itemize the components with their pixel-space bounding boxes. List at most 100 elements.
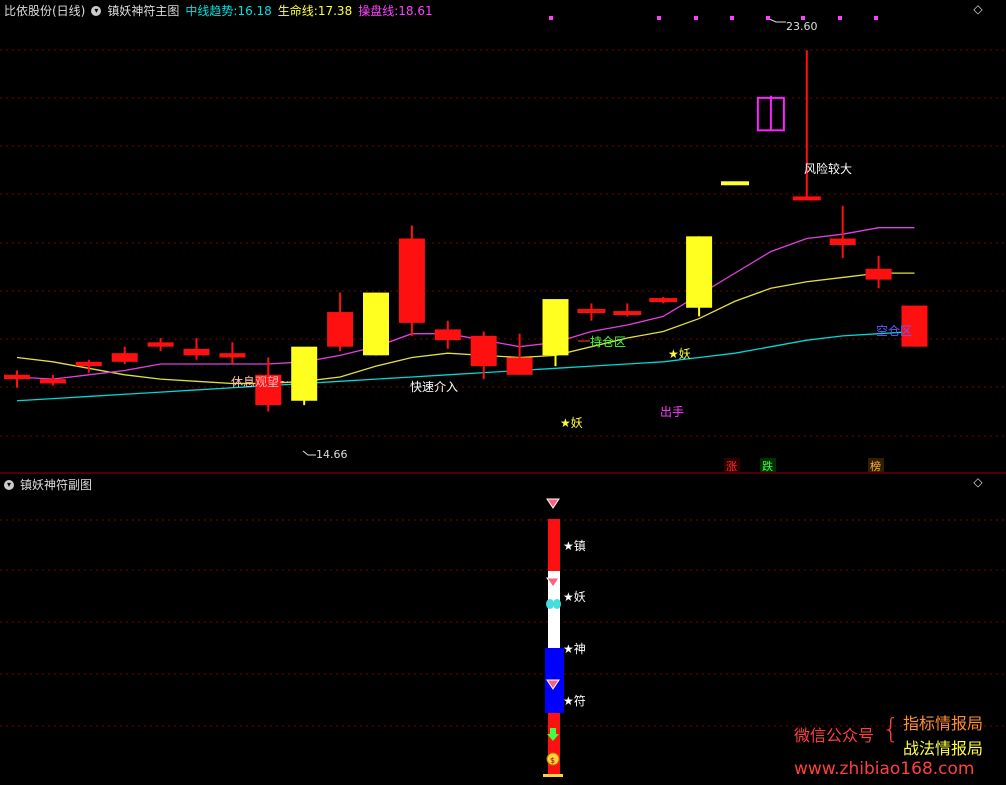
high-risk-label: 风险较大 [804,161,852,176]
candle-body [4,374,30,380]
grid-lines [0,49,1006,727]
candle-body [111,353,138,362]
candle-body [542,299,569,356]
candle [649,296,678,304]
legend-life-line-label: 生命线: [277,4,318,18]
sub-bar-fu [548,713,560,775]
stock-name: 比依股份(日线) [4,4,86,18]
signal-dot [801,16,805,20]
candle-body [39,379,66,384]
chevron-down-icon[interactable]: ▾ [4,479,14,490]
candle-body [398,238,425,323]
candle-body [865,268,892,280]
signal-dot [694,16,698,20]
low-price-label: 14.66 [316,448,348,461]
strike-label: 出手 [660,405,684,419]
sub-bar-zhen [548,519,560,571]
candle-body [506,357,533,375]
legend-operate-line: 操盘线:18.61 [358,2,432,19]
candlesticks [4,50,928,412]
tag-zhang: 涨 [724,458,740,473]
signal-dot [730,16,734,20]
candle-body [792,196,821,201]
candle-body [363,292,389,356]
high-price-label: 23.60 [786,20,818,33]
life-line [16,272,915,385]
money-bag-icon: $ [546,752,560,766]
candle [327,292,354,352]
candle [39,374,66,386]
signal-dot [549,16,553,20]
sub-label-yao: ★妖 [563,590,586,604]
candle [183,338,210,360]
quick-entry-label: 快速介入 [410,380,458,394]
candle-body [327,312,354,347]
candle-body [649,298,678,303]
candle-body [75,361,102,367]
candle-body [183,348,210,356]
candle-body [147,342,174,347]
sub-indicator-name[interactable]: 镇妖神符副图 [20,476,92,493]
signal-dot [874,16,878,20]
brace-icon: { [882,712,900,745]
signal-dot [766,16,770,20]
tag-bang-text: 榜 [870,459,881,473]
watermark-indicator: 指标情报局 [903,714,984,733]
candle [147,338,174,352]
candle [756,95,785,132]
tag-die: 跌 [760,458,776,473]
yao-star-label-1: ★妖 [560,416,583,430]
candle [865,255,892,289]
signal-dots [549,16,878,20]
tag-zhang-text: 涨 [726,460,737,473]
candle [577,303,606,321]
holding-zone-label: 持仓区 [590,334,626,349]
sub-panel-close-icon[interactable]: ◇ [972,476,984,488]
candle [434,320,461,349]
candle [291,346,318,406]
legend-mid-trend: 中线趋势:16.18 [185,2,271,19]
sub-bar-base [543,774,563,777]
candle [75,359,102,373]
candle-body [470,335,497,367]
empty-position-label: 空仓区 [876,324,912,338]
watermark-strategy: 战法情报局 [903,739,984,758]
watermark-url: www.zhibiao168.com [794,759,975,779]
candle [219,342,246,364]
tag-bang: 榜 [868,458,884,473]
candle-body [291,346,318,401]
operate-line [16,227,915,380]
legend-mid-trend-value: 16.18 [237,4,272,18]
svg-text:$: $ [550,756,555,765]
candle [398,225,425,336]
main-panel-header: 比依股份(日线) ▾ 镇妖神符主图 中线趋势:16.18 生命线:17.38 操… [4,2,433,19]
candle [506,333,533,375]
sub-panel-header: ▾ 镇妖神符副图 [4,476,92,493]
signal-dot [657,16,661,20]
chevron-down-icon[interactable]: ▾ [91,5,102,16]
legend-mid-trend-label: 中线趋势: [185,4,238,18]
high-price-marker: 23.60 [766,17,818,33]
sub-label-shen: ★神 [563,642,586,656]
legend-life-line-value: 17.38 [317,4,353,18]
moving-average-lines [16,227,915,402]
legend-life-line: 生命线:17.38 [278,2,352,19]
tag-die-text: 跌 [762,459,773,473]
chart-stage[interactable]: 23.60 14.66 休息观望~ 快速介入 持仓区 ★妖 ★妖 出手 风险较大… [0,0,1006,785]
candle [363,292,389,356]
candle [721,181,749,186]
main-panel-close-icon[interactable]: ◇ [972,3,984,15]
low-price-marker: 14.66 [302,448,348,461]
candle-body [686,236,713,308]
candle [111,346,138,364]
candle-body [613,311,642,316]
sub-label-fu: ★符 [563,693,586,708]
candle [792,50,821,201]
candle-body [434,329,461,341]
watermark-wechat: 微信公众号 [794,726,875,745]
main-indicator-name[interactable]: 镇妖神符主图 [107,2,179,19]
candle [613,303,642,317]
rest-watch-label: 休息观望~ [231,374,289,389]
candle-body [219,353,246,358]
yao-star-label-2: ★妖 [668,347,691,361]
